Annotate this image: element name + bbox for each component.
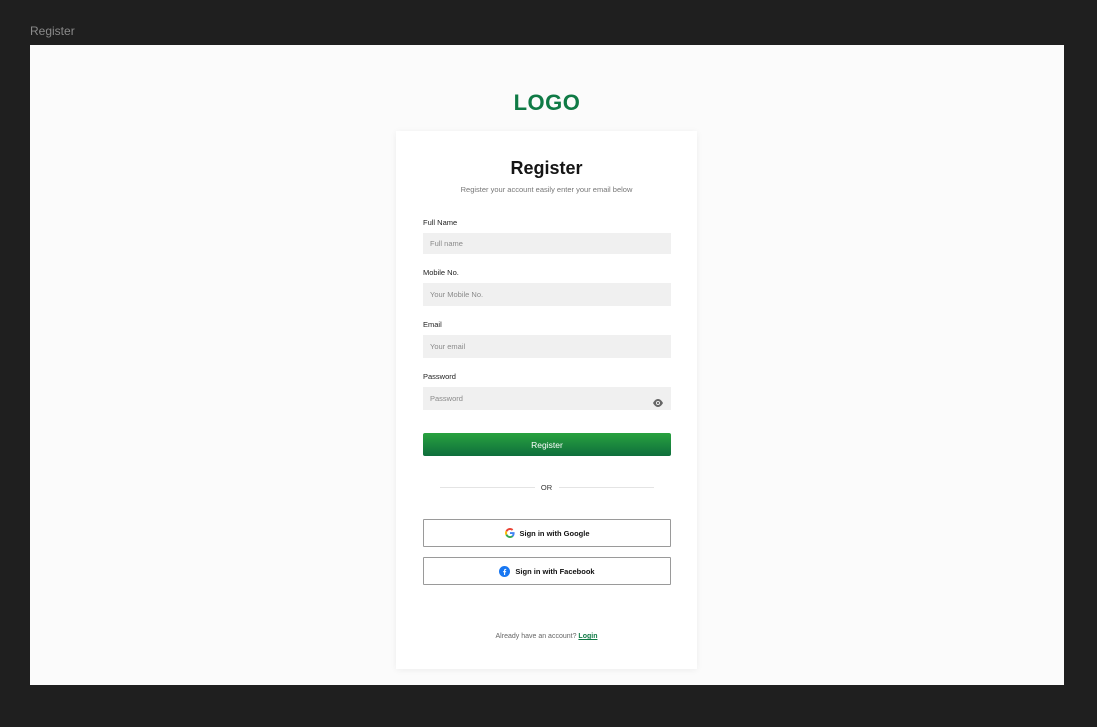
register-card: Register Register your account easily en… — [396, 131, 697, 669]
mobile-label: Mobile No. — [423, 268, 459, 277]
password-label: Password — [423, 372, 456, 381]
login-link[interactable]: Login — [578, 633, 597, 640]
divider-line-right — [559, 487, 654, 488]
full-name-label: Full Name — [423, 218, 458, 227]
canvas-frame: LOGO Register Register your account easi… — [30, 45, 1064, 685]
google-icon — [504, 528, 515, 538]
google-signin-button[interactable]: Sign in with Google — [423, 519, 671, 547]
facebook-button-label: Sign in with Facebook — [515, 566, 595, 576]
register-button[interactable]: Register — [423, 433, 671, 456]
frame-label: Register — [30, 24, 75, 38]
page-subtitle: Register your account easily enter your … — [460, 185, 633, 194]
email-label: Email — [423, 320, 442, 329]
facebook-signin-button[interactable]: Sign in with Facebook — [423, 557, 671, 585]
google-button-label: Sign in with Google — [519, 528, 590, 538]
facebook-icon — [499, 565, 511, 577]
full-name-input[interactable] — [423, 233, 671, 254]
email-input[interactable] — [423, 335, 671, 358]
mobile-input[interactable] — [423, 283, 671, 306]
logo: LOGO — [513, 90, 581, 115]
login-prompt: Already have an account? Login — [396, 633, 697, 640]
page-title: Register — [510, 158, 583, 178]
login-prompt-text: Already have an account? — [495, 633, 577, 640]
password-input[interactable] — [423, 387, 671, 410]
eye-icon[interactable] — [652, 395, 664, 407]
